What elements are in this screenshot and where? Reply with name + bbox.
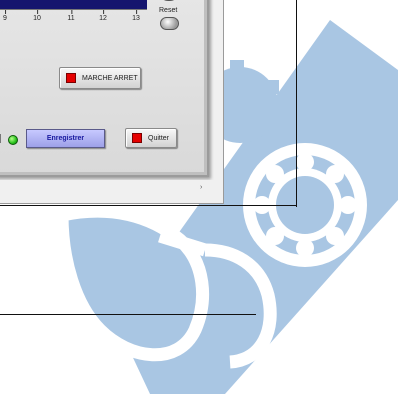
front-panel: 9 10 11 12 13 Reset MARCHE ARRET ▾ Enreg… bbox=[0, 0, 209, 177]
x-tick-label: 12 bbox=[99, 10, 107, 22]
graph-x-axis: 9 10 11 12 13 bbox=[0, 10, 145, 31]
enregistrer-button[interactable]: Enregistrer bbox=[26, 129, 105, 148]
graph-plot-area[interactable] bbox=[0, 0, 147, 10]
x-tick-label: 11 bbox=[67, 10, 75, 22]
x-tick-label: 9 bbox=[3, 10, 7, 22]
marche-arret-label: MARCHE ARRET bbox=[82, 74, 138, 82]
x-tick-label: 13 bbox=[132, 10, 140, 22]
quitter-label: Quitter bbox=[148, 134, 170, 142]
frame-line-horizontal bbox=[0, 205, 297, 206]
marche-arret-button[interactable]: MARCHE ARRET bbox=[59, 67, 141, 89]
quitter-button[interactable]: Quitter bbox=[125, 128, 177, 148]
gear-tooth bbox=[263, 115, 279, 129]
knob-control[interactable] bbox=[159, 0, 179, 1]
green-led-indicator bbox=[8, 135, 18, 145]
red-led-icon bbox=[132, 133, 142, 143]
x-tick-label: 10 bbox=[33, 10, 41, 22]
horizontal-scrollbar[interactable]: › bbox=[0, 180, 219, 198]
frame-line-bottom bbox=[0, 314, 256, 315]
scroll-right-icon[interactable]: › bbox=[200, 184, 202, 191]
reset-button[interactable] bbox=[160, 17, 179, 30]
chevron-down-icon[interactable]: ▾ bbox=[0, 134, 1, 143]
front-panel-window: 9 10 11 12 13 Reset MARCHE ARRET ▾ Enreg… bbox=[0, 0, 224, 204]
red-led-icon bbox=[66, 73, 76, 83]
gear-tooth bbox=[263, 80, 279, 94]
reset-label: Reset bbox=[159, 7, 178, 14]
gear-tooth bbox=[230, 60, 244, 72]
frame-line-vertical bbox=[296, 0, 297, 207]
